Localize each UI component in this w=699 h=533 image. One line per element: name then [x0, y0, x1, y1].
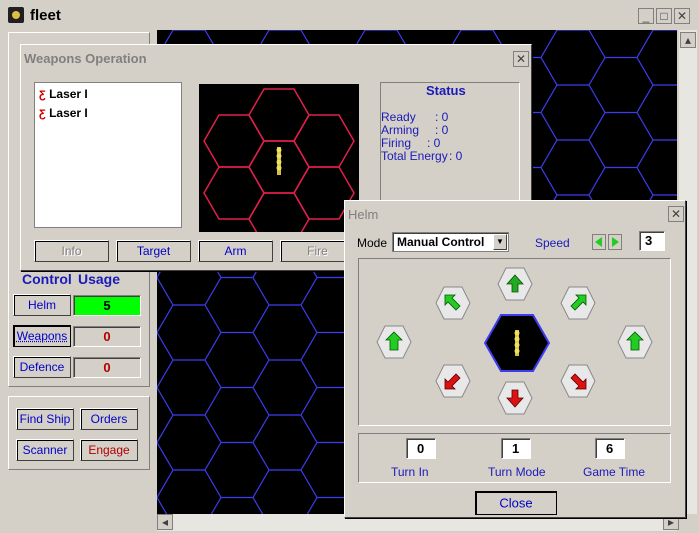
weapons-usage: 0: [73, 326, 141, 347]
arm-button[interactable]: Arm: [198, 240, 273, 262]
main-titlebar[interactable]: fleet _ □ ✕: [0, 0, 699, 30]
app-icon: [8, 7, 24, 23]
speed-increase-icon[interactable]: [608, 234, 622, 250]
helm-button-label: Helm: [27, 298, 56, 312]
weapons-title: Weapons Operation: [24, 51, 147, 66]
target-button[interactable]: Target: [116, 240, 191, 262]
helm-usage: 5: [73, 295, 141, 316]
game-time-label: Game Time: [583, 465, 646, 479]
main-title: fleet: [30, 7, 61, 24]
defence-button[interactable]: Defence: [13, 356, 71, 378]
slide-left-icon[interactable]: [376, 325, 412, 359]
weapon-list-item[interactable]: Ƹ Laser I: [39, 87, 88, 101]
slide-right-icon[interactable]: [617, 325, 653, 359]
maximize-icon[interactable]: □: [656, 8, 672, 24]
scanner-label: Scanner: [22, 443, 68, 457]
move-forward-icon[interactable]: [497, 267, 533, 301]
helm-titlebar[interactable]: Helm ✕: [345, 201, 685, 227]
scanner-button[interactable]: Scanner: [16, 439, 74, 461]
usage-header: Usage: [78, 271, 121, 287]
status-total-energy-value: : 0: [449, 149, 463, 163]
speed-label: Speed: [535, 236, 570, 250]
turn-left-forward-icon[interactable]: [435, 286, 471, 320]
helm-button[interactable]: Helm: [13, 294, 71, 316]
close-icon[interactable]: ✕: [674, 8, 690, 24]
helm-window: Helm ✕ Mode Manual Control ▼ Speed 3 0 T…: [344, 200, 686, 518]
game-time-value: 6: [595, 438, 625, 459]
status-firing-value: : 0: [427, 136, 441, 150]
ship-icon: [276, 147, 282, 175]
find-ship-button[interactable]: Find Ship: [16, 408, 74, 430]
turn-in-value: 0: [406, 438, 436, 459]
weapons-button[interactable]: Weapons: [13, 325, 71, 347]
defence-button-label: Defence: [19, 360, 65, 374]
speed-decrease-icon[interactable]: [592, 234, 606, 250]
info-label: Info: [61, 244, 82, 258]
turn-in-label: Turn In: [391, 465, 429, 479]
close-button-label: Close: [499, 495, 533, 511]
status-firing: Firing: [381, 136, 412, 150]
turn-right-back-icon[interactable]: [560, 364, 596, 398]
orders-label: Orders: [90, 412, 128, 426]
mode-label: Mode: [357, 236, 388, 250]
weapon-name: Laser I: [49, 87, 88, 101]
orders-button[interactable]: Orders: [80, 408, 138, 430]
arm-label: Arm: [224, 244, 247, 258]
minimize-icon[interactable]: _: [638, 8, 654, 24]
laser-icon: Ƹ: [39, 108, 46, 120]
turn-mode-value: 1: [501, 438, 531, 459]
defence-usage: 0: [73, 357, 141, 378]
status-arming: Arming: [381, 123, 420, 137]
move-back-icon[interactable]: [497, 381, 533, 415]
weapon-list[interactable]: Ƹ Laser I Ƹ Laser I: [34, 82, 182, 228]
weapon-hex-view[interactable]: [199, 84, 359, 246]
weapons-close-icon[interactable]: ✕: [513, 51, 529, 67]
close-button[interactable]: Close: [475, 491, 557, 515]
scroll-up-icon[interactable]: ▴: [680, 32, 696, 48]
scroll-left-icon[interactable]: ◂: [157, 514, 173, 530]
helm-close-icon[interactable]: ✕: [668, 206, 684, 222]
status-ready-value: : 0: [435, 110, 449, 124]
weapon-list-item[interactable]: Ƹ Laser I: [39, 106, 88, 120]
helm-center-hex: [484, 314, 550, 372]
control-header: Control: [22, 271, 72, 287]
turn-right-forward-icon[interactable]: [560, 286, 596, 320]
engage-button[interactable]: Engage: [80, 439, 138, 461]
weapons-button-label: Weapons: [16, 329, 68, 343]
turn-left-back-icon[interactable]: [435, 364, 471, 398]
speed-value: 3: [639, 231, 665, 251]
mode-select-value: Manual Control: [397, 235, 485, 249]
helm-title: Helm: [348, 207, 379, 222]
weapon-name: Laser I: [49, 106, 88, 120]
mode-select[interactable]: Manual Control ▼: [392, 232, 509, 252]
engage-label: Engage: [88, 443, 130, 457]
status-total-energy: Total Energy: [381, 149, 448, 163]
find-ship-label: Find Ship: [19, 412, 71, 426]
turn-mode-label: Turn Mode: [488, 465, 546, 479]
chevron-down-icon[interactable]: ▼: [493, 234, 507, 250]
status-ready-label: Ready: [381, 110, 416, 124]
info-button[interactable]: Info: [34, 240, 109, 262]
laser-icon: Ƹ: [39, 89, 46, 101]
weapon-hex-svg: [203, 88, 355, 246]
status-title: Status: [426, 83, 466, 98]
target-label: Target: [136, 244, 171, 258]
status-arming-value: : 0: [435, 123, 449, 137]
status-ready: Ready: [381, 110, 416, 124]
weapons-titlebar[interactable]: Weapons Operation ✕: [21, 45, 531, 73]
